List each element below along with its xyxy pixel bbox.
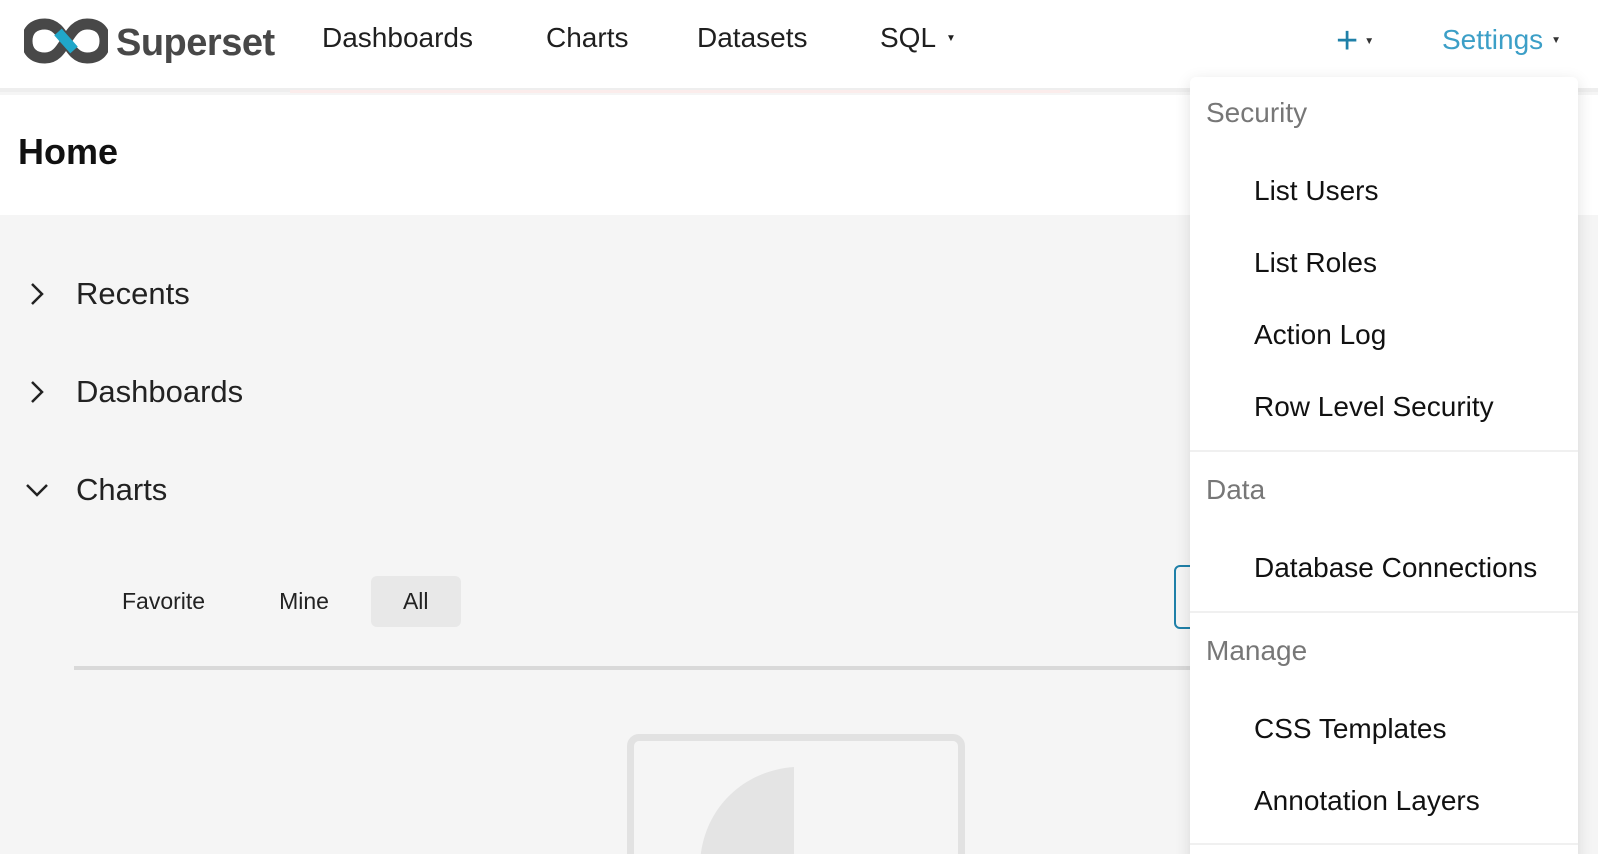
settings-label: Settings [1442, 24, 1544, 55]
nav-sql-menu[interactable]: SQL ▼ [880, 22, 956, 54]
menu-item-annotation-layers[interactable]: Annotation Layers [1254, 785, 1480, 817]
section-dashboards[interactable]: Dashboards [24, 374, 243, 410]
superset-logo[interactable]: Superset [21, 18, 275, 69]
nav-datasets[interactable]: Datasets [697, 22, 808, 54]
nav-dashboards[interactable]: Dashboards [322, 22, 473, 54]
chevron-down-icon [24, 477, 50, 503]
caret-down-icon: ▼ [1551, 34, 1562, 46]
chevron-right-icon [24, 379, 50, 405]
superset-logo-icon [21, 18, 111, 69]
nav-datasets-label: Datasets [697, 22, 808, 53]
menu-divider [1190, 450, 1578, 452]
section-recents[interactable]: Recents [24, 276, 190, 312]
nav-dashboards-label: Dashboards [322, 22, 473, 53]
settings-dropdown: Security List Users List Roles Action Lo… [1190, 77, 1578, 854]
group-title-manage: Manage [1206, 635, 1308, 666]
group-title-security: Security [1206, 97, 1308, 128]
tabs-divider [74, 666, 1194, 670]
tab-all[interactable]: All [370, 576, 461, 627]
menu-item-database-connections[interactable]: Database Connections [1254, 552, 1537, 584]
plus-icon: + [1336, 20, 1359, 62]
section-charts[interactable]: Charts [24, 472, 167, 508]
menu-item-css-templates[interactable]: CSS Templates [1254, 713, 1446, 745]
settings-menu-button[interactable]: Settings ▼ [1442, 24, 1561, 56]
menu-divider [1190, 843, 1578, 845]
nav-charts[interactable]: Charts [546, 22, 628, 54]
menu-divider [1190, 611, 1578, 613]
brand-name: Superset [116, 22, 275, 64]
empty-state-image [627, 734, 965, 854]
section-charts-label: Charts [76, 472, 168, 507]
nav-sql-label: SQL [880, 22, 937, 53]
charts-filter-tabs: Favorite Mine All [90, 576, 461, 627]
caret-down-icon: ▼ [1364, 36, 1375, 47]
tab-mine[interactable]: Mine [247, 576, 361, 627]
chevron-right-icon [24, 281, 50, 307]
section-dashboards-label: Dashboards [76, 374, 244, 409]
new-item-button[interactable]: + ▼ [1336, 20, 1374, 63]
menu-item-list-users[interactable]: List Users [1254, 175, 1378, 207]
nav-charts-label: Charts [546, 22, 629, 53]
caret-down-icon: ▼ [946, 32, 956, 44]
menu-item-list-roles[interactable]: List Roles [1254, 247, 1377, 279]
menu-item-row-level-security[interactable]: Row Level Security [1254, 391, 1494, 423]
section-recents-label: Recents [76, 276, 190, 311]
page-title: Home [18, 131, 119, 172]
menu-item-action-log[interactable]: Action Log [1254, 319, 1386, 351]
tab-favorite[interactable]: Favorite [90, 576, 237, 627]
group-title-data: Data [1206, 474, 1266, 505]
navbar-accent-line [290, 90, 1070, 93]
